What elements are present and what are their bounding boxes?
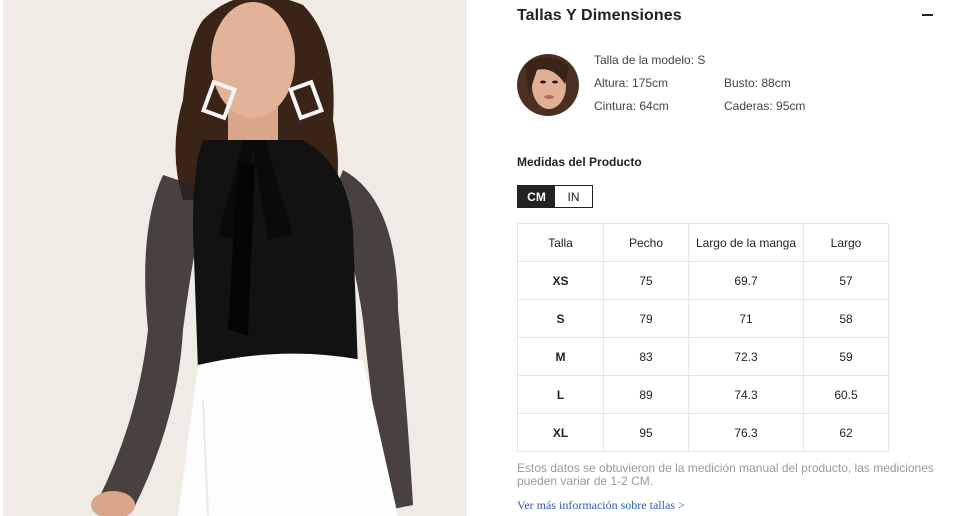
largo-cell: 60.5 <box>803 375 889 414</box>
table-header-row: Talla Pecho Largo de la manga Largo <box>517 223 889 262</box>
model-waist: Cintura: 64cm <box>594 99 669 113</box>
size-panel: Tallas Y Dimensiones Talla de la modelo:… <box>517 0 947 516</box>
size-table: Talla Pecho Largo de la manga Largo XS 7… <box>517 223 889 452</box>
model-size: Talla de la modelo: S <box>594 53 706 67</box>
manga-cell: 72.3 <box>688 337 804 376</box>
pecho-cell: 79 <box>603 299 689 338</box>
unit-cm-button[interactable]: CM <box>518 186 555 207</box>
unit-in-button[interactable]: IN <box>555 186 592 207</box>
largo-cell: 59 <box>803 337 889 376</box>
minus-icon[interactable] <box>922 14 933 16</box>
table-row: L 89 74.3 60.5 <box>517 375 889 414</box>
largo-cell: 57 <box>803 261 889 300</box>
model-avatar <box>517 54 579 116</box>
more-size-info-link[interactable]: Ver más información sobre tallas > <box>517 498 685 513</box>
size-cell: M <box>517 337 604 376</box>
pecho-cell: 95 <box>603 413 689 452</box>
manga-cell: 71 <box>688 299 804 338</box>
largo-cell: 58 <box>803 299 889 338</box>
header-largo: Largo <box>803 223 889 262</box>
table-row: XL 95 76.3 62 <box>517 413 889 452</box>
unit-toggle: CM IN <box>517 185 593 208</box>
table-row: M 83 72.3 59 <box>517 337 889 376</box>
size-cell: L <box>517 375 604 414</box>
header-pecho: Pecho <box>603 223 689 262</box>
manga-cell: 76.3 <box>688 413 804 452</box>
table-row: S 79 71 58 <box>517 299 889 338</box>
product-photo <box>3 0 467 516</box>
pecho-cell: 89 <box>603 375 689 414</box>
largo-cell: 62 <box>803 413 889 452</box>
size-cell: S <box>517 299 604 338</box>
header-talla: Talla <box>517 223 604 262</box>
manga-cell: 69.7 <box>688 261 804 300</box>
model-height: Altura: 175cm <box>594 76 669 90</box>
section-title: Tallas Y Dimensiones <box>517 7 682 24</box>
product-measures-title: Medidas del Producto <box>517 155 642 169</box>
manga-cell: 74.3 <box>688 375 804 414</box>
size-cell: XL <box>517 413 604 452</box>
measurement-note: Estos datos se obtuvieron de la medición… <box>517 461 934 488</box>
pecho-cell: 75 <box>603 261 689 300</box>
table-row: XS 75 69.7 57 <box>517 261 889 300</box>
pecho-cell: 83 <box>603 337 689 376</box>
header-largo-manga: Largo de la manga <box>688 223 804 262</box>
size-cell: XS <box>517 261 604 300</box>
model-hips: Caderas: 95cm <box>724 99 806 113</box>
model-bust: Busto: 88cm <box>724 76 791 90</box>
